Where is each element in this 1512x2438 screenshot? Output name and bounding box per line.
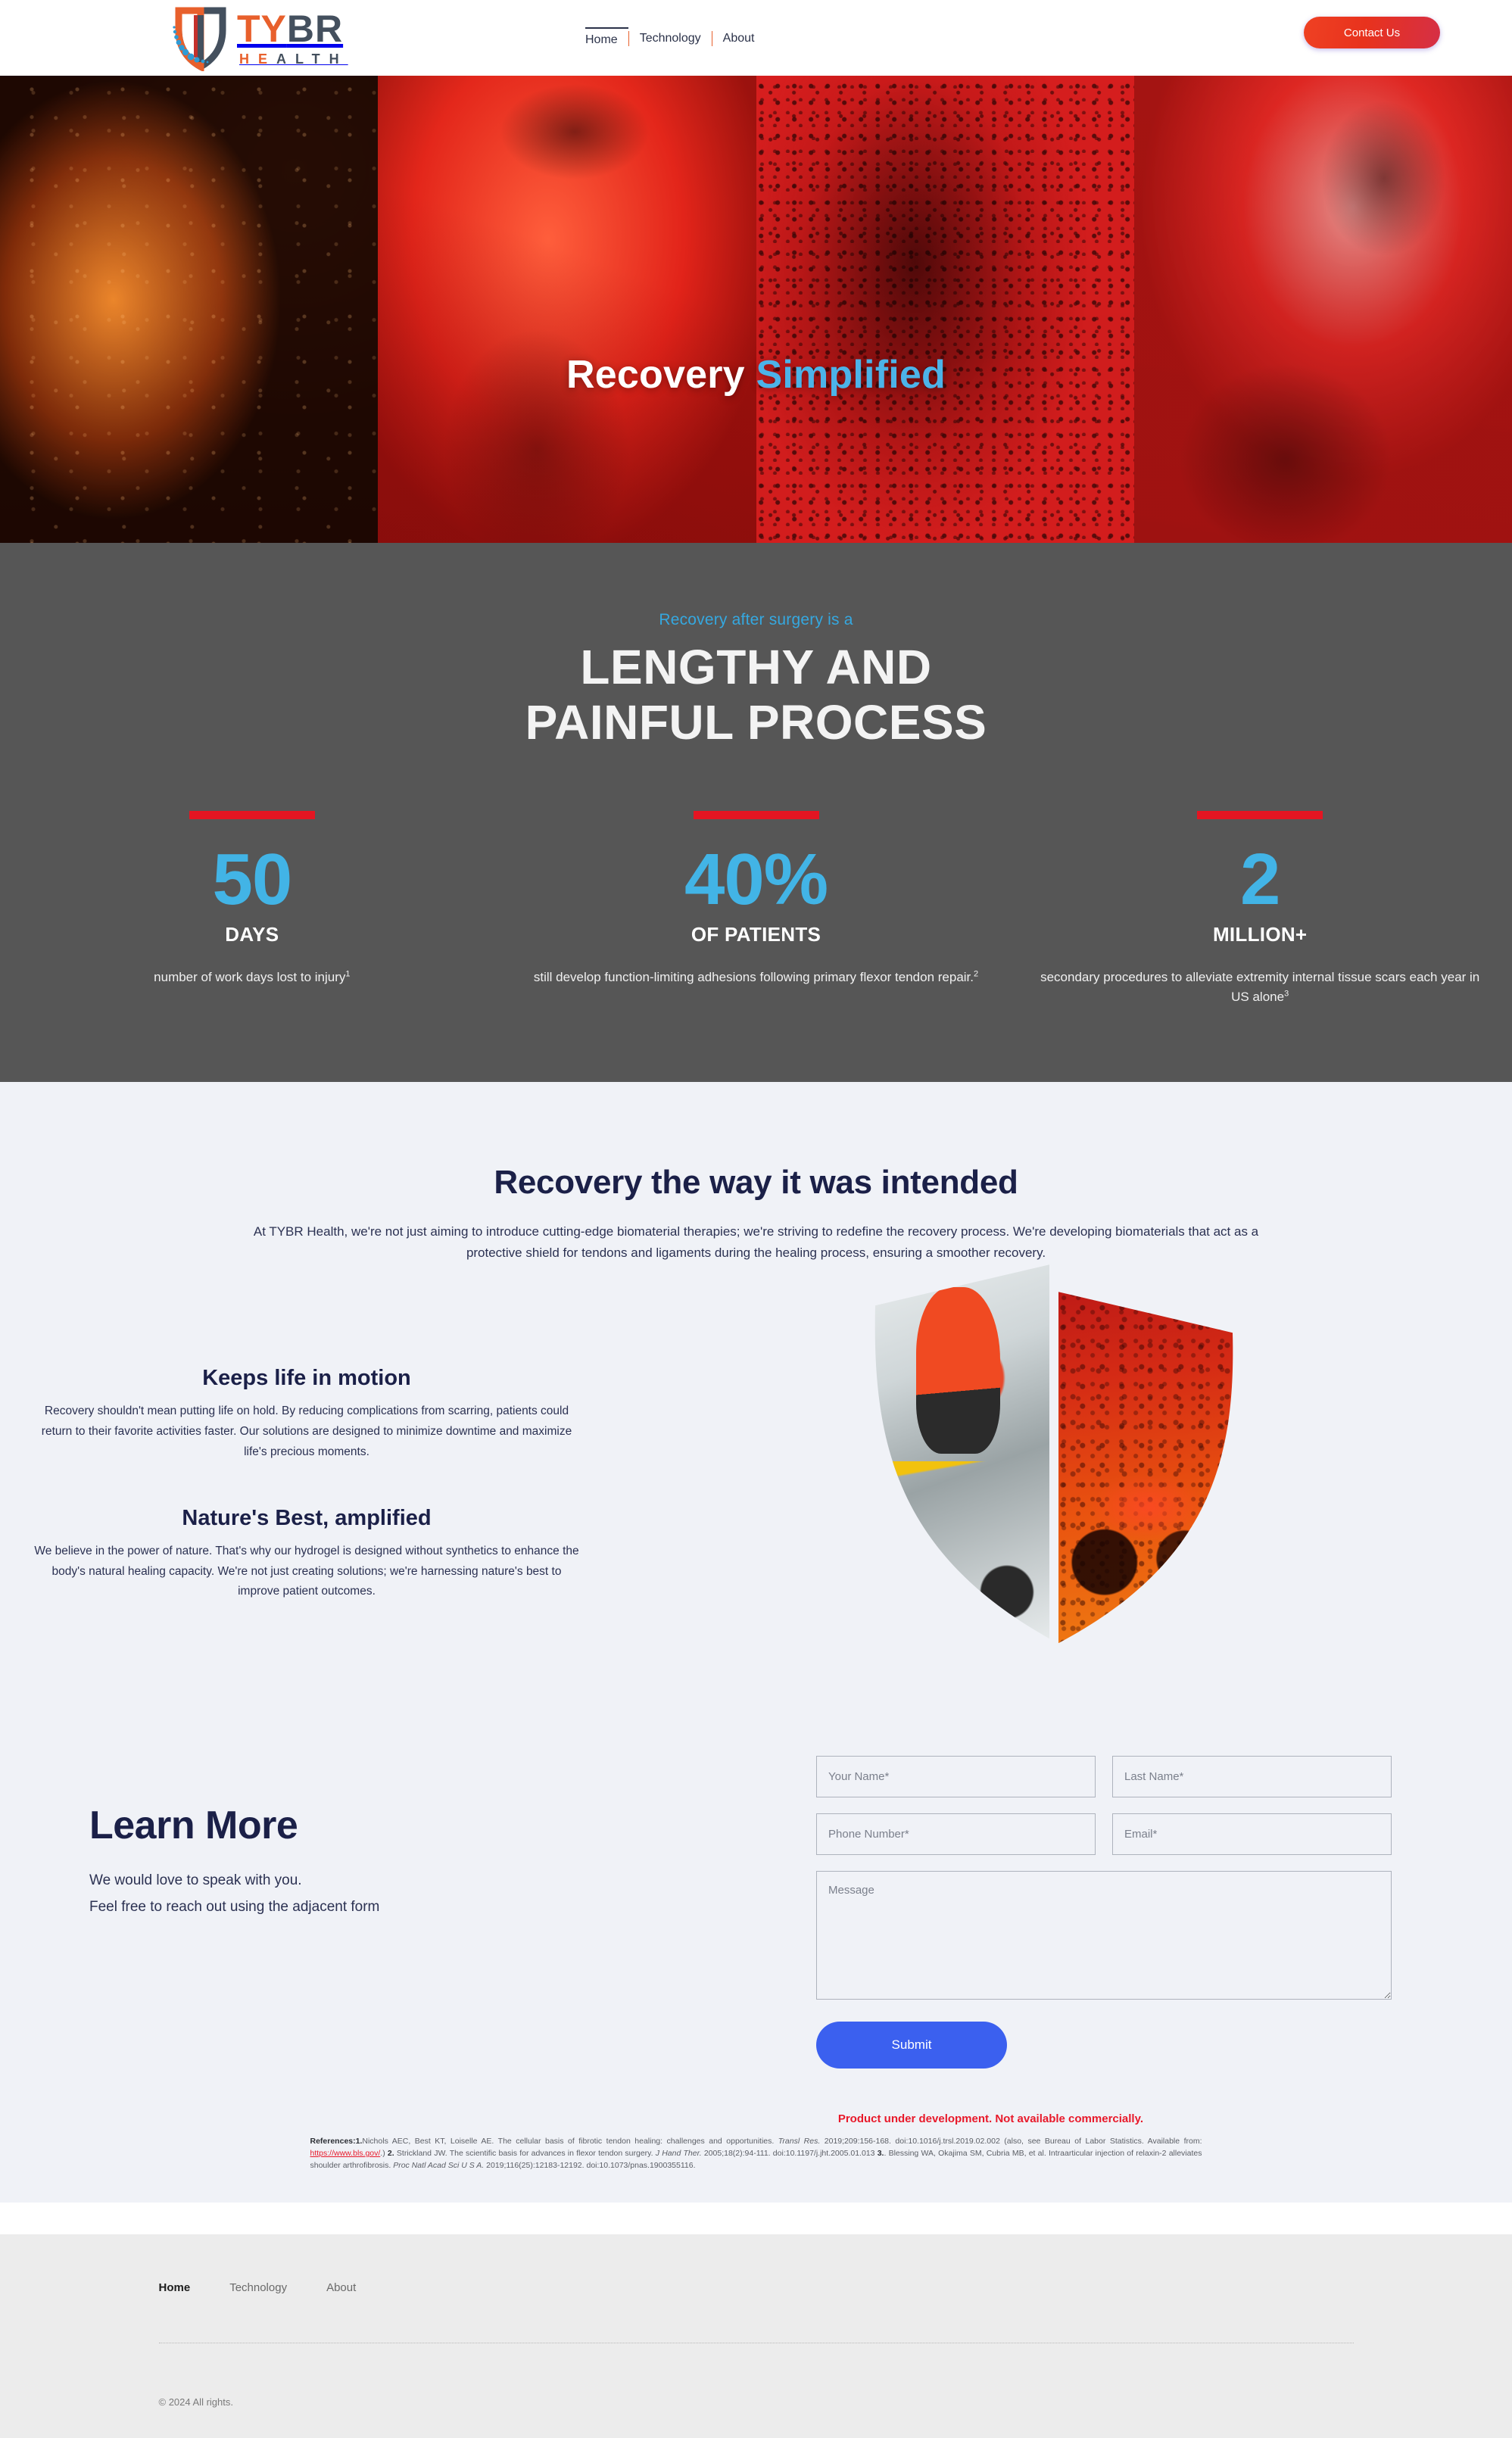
stats-row: 50 DAYS number of work days lost to inju… (0, 810, 1512, 1006)
intro-section: Recovery the way it was intended At TYBR… (0, 1082, 1512, 1264)
feature-text-column: Keeps life in motion Recovery shouldn't … (34, 1366, 579, 1602)
stat-footnote: 1 (345, 969, 351, 979)
nav-item-about[interactable]: About (712, 29, 765, 48)
feature-block-nature: Nature's Best, amplified We believe in t… (34, 1506, 579, 1602)
stat-description: secondary procedures to alleviate extrem… (1030, 968, 1489, 1006)
site-header: TYBR HEALTH Home Technology About Contac… (0, 0, 1512, 76)
reference-1-text-a: Nichols AEC, Best KT, Loiselle AE. The c… (362, 2137, 778, 2146)
stat-description-text: number of work days lost to injury (154, 970, 346, 985)
feature-section: Keeps life in motion Recovery shouldn't … (0, 1264, 1512, 1734)
hero-banner: Recovery Simplified (0, 76, 1512, 543)
logo-word-gray: BR (286, 7, 344, 50)
footer-copyright: © 2024 All rights. (158, 2396, 233, 2408)
logo-word-orange: TY (237, 7, 287, 50)
stat-label: OF PATIENTS (691, 923, 821, 946)
learn-more-text: Learn More We would love to speak with y… (89, 1803, 619, 1919)
feature-body: We believe in the power of nature. That'… (34, 1545, 579, 1598)
learn-more-line-1: We would love to speak with you. (89, 1872, 302, 1889)
contact-us-button[interactable]: Contact Us (1304, 17, 1440, 48)
feature-title: Keeps life in motion (202, 1366, 411, 1391)
stat-description-text: still develop function-limiting adhesion… (533, 970, 974, 985)
stats-headline-line-1: LENGTHY AND (580, 640, 932, 694)
stat-card: 40% OF PATIENTS still develop function-l… (504, 810, 1009, 1006)
footer-nav: Home Technology About (159, 2281, 1354, 2294)
stat-description: still develop function-limiting adhesion… (527, 968, 986, 987)
form-row-names (816, 1756, 1392, 1798)
feature-title: Nature's Best, amplified (182, 1506, 432, 1531)
stat-accent-bar (189, 810, 315, 819)
stat-description-text: secondary procedures to alleviate extrem… (1040, 970, 1480, 1004)
feature-block-motion: Keeps life in motion Recovery shouldn't … (34, 1366, 579, 1462)
stats-kicker: Recovery after surgery is a (659, 611, 853, 628)
logo-sub-gray: ALTH (276, 51, 348, 67)
reference-2-text-b: 2005;18(2):94-111. doi:10.1197/j.jht.200… (701, 2149, 878, 2159)
stat-description: number of work days lost to injury1 (23, 968, 482, 987)
stats-section: Recovery after surgery is a LENGTHY AND … (0, 543, 1512, 1083)
bls-gov-link[interactable]: https://www.bls.gov/ (310, 2149, 381, 2158)
references-block: References:1.Nichols AEC, Best KT, Loise… (310, 2136, 1202, 2172)
footer-inner: Home Technology About © 2024 All rights. (158, 2281, 1354, 2408)
shield-half-snow-image (869, 1264, 1051, 1643)
site-footer: Home Technology About © 2024 All rights. (0, 2234, 1512, 2438)
feature-body: Recovery shouldn't mean putting life on … (41, 1404, 572, 1458)
references-title: References: (310, 2137, 356, 2146)
reference-2-text-a: Strickland JW. The scientific basis for … (394, 2149, 656, 2159)
form-row-contact (816, 1813, 1392, 1856)
hero-image-strip-2 (378, 76, 756, 543)
reference-number-2: 2. (387, 2149, 394, 2159)
message-textarea[interactable] (816, 1871, 1392, 2000)
nav-item-home[interactable]: Home (585, 27, 628, 50)
submit-button[interactable]: Submit (816, 2022, 1007, 2069)
intro-paragraph: At TYBR Health, we're not just aiming to… (253, 1224, 1259, 1261)
stat-footnote: 2 (974, 969, 979, 979)
stat-number: 40% (684, 838, 828, 920)
hero-title: Recovery Simplified (0, 352, 1512, 398)
site-logo[interactable]: TYBR HEALTH (164, 5, 348, 71)
stat-number: 2 (1239, 838, 1280, 920)
reference-1-text-c: .) (380, 2149, 388, 2159)
learn-more-heading: Learn More (89, 1804, 298, 1848)
stat-footnote: 3 (1284, 988, 1289, 998)
shield-half-orange-image (1057, 1264, 1239, 1643)
reference-3-journal: Proc Natl Acad Sci U S A. (393, 2161, 485, 2171)
phone-number-input[interactable] (816, 1813, 1096, 1856)
first-name-input[interactable] (816, 1756, 1096, 1798)
reference-1-journal: Transl Res. (778, 2137, 821, 2146)
stat-accent-bar (1197, 810, 1323, 819)
hero-image-strip-1 (0, 76, 379, 543)
stat-number: 50 (212, 838, 292, 920)
development-notice: Product under development. Not available… (837, 2112, 1143, 2126)
tybr-shield-logo-icon (173, 7, 226, 71)
hero-title-blue: Simplified (756, 353, 946, 397)
stat-accent-bar (693, 810, 819, 819)
reference-2-journal: J Hand Ther. (655, 2149, 702, 2159)
stat-card: 2 MILLION+ secondary procedures to allev… (1008, 810, 1512, 1006)
last-name-input[interactable] (1112, 1756, 1392, 1798)
learn-more-line-2: Feel free to reach out using the adjacen… (89, 1898, 380, 1915)
reference-1-text-b: 2019;209:156-168. doi:10.1016/j.trsl.201… (820, 2137, 1202, 2146)
footer-nav-item-technology[interactable]: Technology (229, 2281, 287, 2294)
stat-label: DAYS (225, 923, 279, 946)
footer-nav-item-home[interactable]: Home (159, 2281, 191, 2294)
hero-title-white: Recovery (566, 353, 745, 397)
stat-card: 50 DAYS number of work days lost to inju… (0, 810, 504, 1006)
hero-image-strip-4 (1133, 76, 1512, 543)
logo-wordmark: TYBR HEALTH (237, 8, 348, 68)
contact-section: Learn More We would love to speak with y… (0, 1733, 1512, 2203)
reference-3-text-b: 2019;116(25):12183-12192. doi:10.1073/pn… (484, 2161, 696, 2171)
stats-headline-line-2: PAINFUL PROCESS (525, 694, 987, 750)
stats-headline: LENGTHY AND PAINFUL PROCESS (0, 640, 1512, 750)
hero-image-strip-3 (756, 76, 1134, 543)
email-input[interactable] (1112, 1813, 1392, 1856)
logo-sub-orange: HE (239, 51, 277, 67)
primary-nav: Home Technology About (585, 27, 765, 50)
stat-label: MILLION+ (1212, 923, 1308, 946)
footer-nav-item-about[interactable]: About (326, 2281, 356, 2294)
shield-split-image (869, 1264, 1270, 1658)
contact-form: Submit (816, 1733, 1392, 2069)
intro-heading: Recovery the way it was intended (494, 1164, 1018, 1202)
nav-item-technology[interactable]: Technology (629, 29, 712, 48)
